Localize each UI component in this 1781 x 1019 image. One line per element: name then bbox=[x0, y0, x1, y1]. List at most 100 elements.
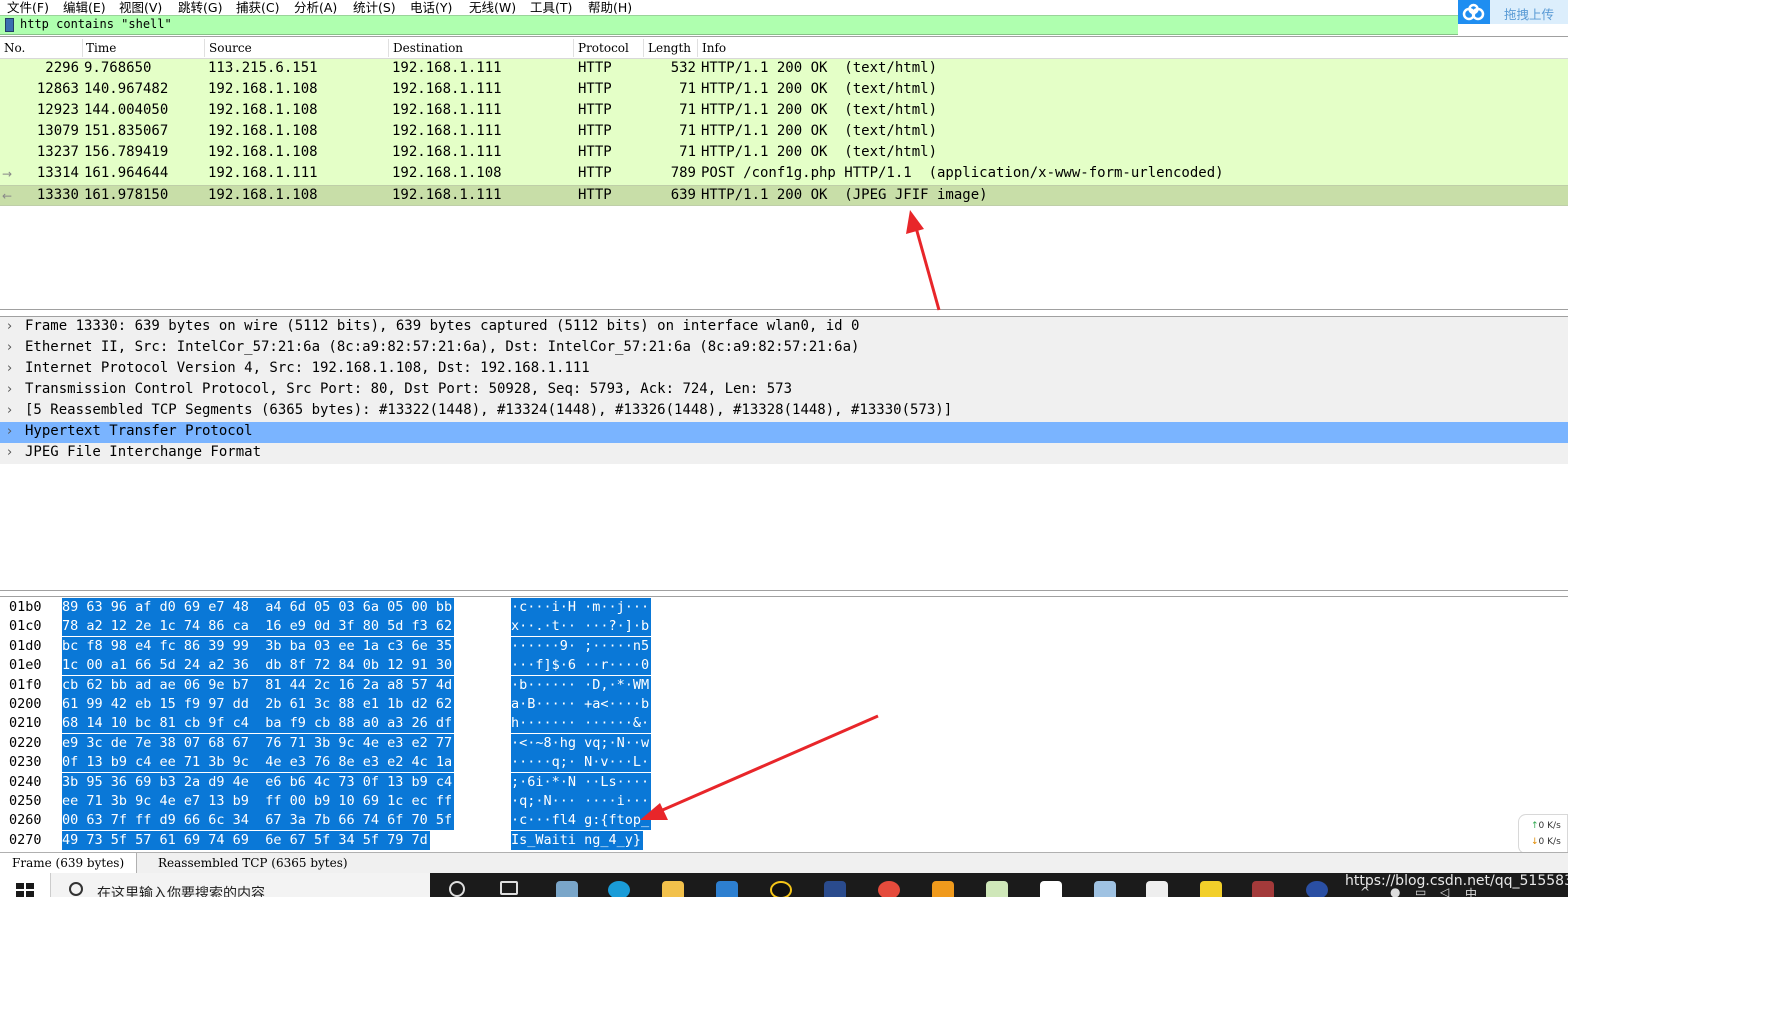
file-explorer-icon[interactable] bbox=[662, 881, 684, 897]
hex-bytes[interactable]: 00 63 7f ff d9 66 6c 34 67 3a 7b 66 74 6… bbox=[62, 811, 455, 831]
task-view-icon[interactable] bbox=[500, 881, 518, 895]
hex-row: 0210 68 14 10 bc 81 cb 9f c4 ba f9 cb 88 … bbox=[0, 714, 1568, 734]
hex-bytes[interactable]: 68 14 10 bc 81 cb 9f c4 ba f9 cb 88 a0 a… bbox=[62, 714, 455, 734]
column-header-protocol[interactable]: Protocol bbox=[578, 41, 629, 55]
hex-ascii[interactable]: h······· ······&· bbox=[511, 714, 652, 734]
tab-reassembled-tcp[interactable]: Reassembled TCP (6365 bytes) bbox=[146, 853, 360, 874]
hex-offset: 0270 bbox=[9, 831, 42, 848]
chrome-icon[interactable] bbox=[878, 881, 900, 897]
packet-row[interactable]: 12923 144.004050 192.168.1.108 192.168.1.11… bbox=[0, 101, 1568, 122]
detail-tree-item[interactable]: › [5 Reassembled TCP Segments (6365 bytes… bbox=[0, 401, 1568, 422]
chevron-right-icon[interactable]: › bbox=[7, 382, 12, 397]
app-icon-red[interactable] bbox=[1252, 881, 1274, 897]
app-icon-tablet[interactable] bbox=[556, 881, 578, 897]
detail-tree-item[interactable]: › Frame 13330: 639 bytes on wire (5112 bi… bbox=[0, 317, 1568, 338]
detail-tree-item[interactable]: › Internet Protocol Version 4, Src: 192.1… bbox=[0, 359, 1568, 380]
column-header-length[interactable]: Length bbox=[648, 41, 691, 55]
menu-help[interactable]: 帮助(H) bbox=[588, 0, 632, 14]
cortana-icon[interactable] bbox=[449, 881, 465, 897]
hex-bytes[interactable]: ee 71 3b 9c 4e e7 13 b9 ff 00 b9 10 69 1… bbox=[62, 792, 455, 811]
7zip-icon[interactable] bbox=[1146, 881, 1168, 897]
image-viewer-icon[interactable] bbox=[1094, 881, 1116, 897]
packet-row[interactable]: 13079 151.835067 192.168.1.108 192.168.1.11… bbox=[0, 122, 1568, 143]
volume-icon[interactable]: ◁ bbox=[1440, 885, 1449, 897]
app-icon-dots[interactable] bbox=[824, 881, 846, 897]
start-button[interactable] bbox=[0, 873, 50, 897]
hex-bytes[interactable]: cb 62 bb ad ae 06 9e b7 81 44 2c 16 2a a… bbox=[62, 675, 455, 695]
packet-row[interactable]: 12863 140.967482 192.168.1.108 192.168.1.11… bbox=[0, 80, 1568, 101]
chevron-right-icon[interactable]: › bbox=[7, 424, 12, 439]
column-header-time[interactable]: Time bbox=[86, 41, 116, 55]
mail-icon[interactable] bbox=[716, 881, 738, 897]
menu-statistics[interactable]: 统计(S) bbox=[353, 0, 396, 14]
hex-bytes[interactable]: 1c 00 a1 66 5d 24 a2 36 db 8f 72 84 0b 1… bbox=[62, 656, 455, 676]
hex-ascii[interactable]: ······9· ;·····n5 bbox=[511, 636, 652, 656]
hex-ascii[interactable]: ·b······ ·D,·*·WM bbox=[511, 675, 652, 695]
tray-qq-icon[interactable]: ● bbox=[1390, 885, 1400, 897]
hex-ascii[interactable]: ·c···fl4 g:{ftop_ bbox=[511, 811, 652, 831]
hex-bytes[interactable]: 61 99 42 eb 15 f9 97 dd 2b 61 3c 88 e1 1… bbox=[62, 695, 455, 714]
ime-icon[interactable]: 中 bbox=[1465, 885, 1477, 897]
chevron-right-icon[interactable]: › bbox=[7, 361, 12, 376]
hex-bytes[interactable]: 49 73 5f 57 61 69 74 69 6e 67 5f 34 5f 7… bbox=[62, 830, 430, 850]
packet-row[interactable]: 2296 9.768650 113.215.6.151 192.168.1.111 HT… bbox=[0, 59, 1568, 80]
app-icon-orange[interactable] bbox=[932, 881, 954, 897]
menu-file[interactable]: 文件(F) bbox=[7, 0, 49, 14]
packet-row[interactable]: → 13314 161.964644 192.168.1.111 192.168.1.1… bbox=[0, 164, 1568, 185]
media-player-icon[interactable] bbox=[1200, 881, 1222, 897]
chevron-right-icon[interactable]: › bbox=[7, 445, 12, 460]
menu-bar: 文件(F) 编辑(E) 视图(V) 跳转(G) 捕获(C) 分析(A) 统计(S… bbox=[0, 0, 1568, 14]
hex-ascii[interactable]: a·B····· +a<····b bbox=[511, 695, 652, 714]
menu-capture[interactable]: 捕获(C) bbox=[236, 0, 279, 14]
column-header-no[interactable]: No. bbox=[4, 41, 25, 55]
hex-ascii[interactable]: x··.·t·· ···?·]·b bbox=[511, 617, 652, 637]
hex-offset: 0260 bbox=[9, 812, 42, 829]
hex-bytes[interactable]: 89 63 96 af d0 69 e7 48 a4 6d 05 03 6a 0… bbox=[62, 598, 455, 617]
menu-go[interactable]: 跳转(G) bbox=[178, 0, 222, 14]
chevron-right-icon[interactable]: › bbox=[7, 319, 12, 334]
chevron-right-icon[interactable]: › bbox=[7, 403, 12, 418]
hex-bytes[interactable]: 78 a2 12 2e 1c 74 86 ca 16 e9 0d 3f 80 5… bbox=[62, 617, 455, 637]
detail-tree-item[interactable]: › Hypertext Transfer Protocol bbox=[0, 422, 1568, 443]
hex-bytes[interactable]: e9 3c de 7e 38 07 68 67 76 71 3b 9c 4e e… bbox=[62, 733, 455, 753]
network-icon[interactable]: ▭ bbox=[1415, 885, 1426, 897]
menu-tools[interactable]: 工具(T) bbox=[530, 0, 572, 14]
chevron-up-icon[interactable]: ^ bbox=[1360, 885, 1370, 897]
hex-bytes[interactable]: bc f8 98 e4 fc 86 39 99 3b ba 03 ee 1a c… bbox=[62, 636, 455, 656]
detail-tree-item[interactable]: › JPEG File Interchange Format bbox=[0, 443, 1568, 464]
hex-ascii[interactable]: ·<·~8·hg vq;·N··w bbox=[511, 733, 652, 753]
cell-no: 13237 bbox=[36, 144, 79, 160]
baidu-netdisk-icon[interactable] bbox=[1040, 881, 1062, 897]
hex-ascii[interactable]: ···f]$·6 ··r····0 bbox=[511, 656, 652, 676]
hex-ascii[interactable]: Is_Waiti ng_4_y} bbox=[511, 830, 644, 850]
chevron-right-icon[interactable]: › bbox=[7, 340, 12, 355]
edge-icon[interactable] bbox=[608, 881, 630, 897]
hex-bytes[interactable]: 0f 13 b9 c4 ee 71 3b 9c 4e e3 76 8e e3 e… bbox=[62, 753, 455, 773]
display-filter-bar: http contains "shell" bbox=[0, 15, 1458, 35]
detail-tree-item[interactable]: › Ethernet II, Src: IntelCor_57:21:6a (8c… bbox=[0, 338, 1568, 359]
menu-telephony[interactable]: 电话(Y) bbox=[410, 0, 452, 14]
menu-edit[interactable]: 编辑(E) bbox=[63, 0, 106, 14]
hex-ascii[interactable]: ·c···i·H ·m··j··· bbox=[511, 598, 652, 617]
notepad-icon[interactable] bbox=[986, 881, 1008, 897]
display-filter-input[interactable]: http contains "shell" bbox=[20, 17, 172, 31]
packet-row[interactable]: 13237 156.789419 192.168.1.108 192.168.1.11… bbox=[0, 143, 1568, 164]
menu-wireless[interactable]: 无线(W) bbox=[469, 0, 516, 14]
menu-view[interactable]: 视图(V) bbox=[119, 0, 162, 14]
wireshark-icon[interactable] bbox=[1306, 881, 1328, 897]
packet-row[interactable]: ← 13330 161.978150 192.168.1.108 192.168.1.1… bbox=[0, 185, 1568, 206]
hex-ascii[interactable]: ;·6i·*·N ··Ls···· bbox=[511, 772, 652, 792]
hex-ascii[interactable]: ·····q;· N·v···L· bbox=[511, 753, 652, 773]
upload-widget[interactable]: 拖拽上传 bbox=[1458, 0, 1568, 24]
bookmark-icon[interactable] bbox=[5, 18, 14, 32]
column-header-source[interactable]: Source bbox=[209, 41, 252, 55]
menu-analyze[interactable]: 分析(A) bbox=[294, 0, 337, 14]
column-header-destination[interactable]: Destination bbox=[393, 41, 463, 55]
taskbar-search[interactable]: 在这里输入你要搜索的内容 bbox=[50, 873, 430, 897]
column-header-info[interactable]: Info bbox=[702, 41, 726, 55]
hex-ascii[interactable]: ·q;·N··· ····i··· bbox=[511, 792, 652, 811]
tab-frame[interactable]: Frame (639 bytes) bbox=[0, 853, 138, 874]
qq-icon[interactable] bbox=[770, 881, 792, 897]
detail-tree-item[interactable]: › Transmission Control Protocol, Src Port… bbox=[0, 380, 1568, 401]
hex-bytes[interactable]: 3b 95 36 69 b3 2a d9 4e e6 b6 4c 73 0f 1… bbox=[62, 772, 455, 792]
